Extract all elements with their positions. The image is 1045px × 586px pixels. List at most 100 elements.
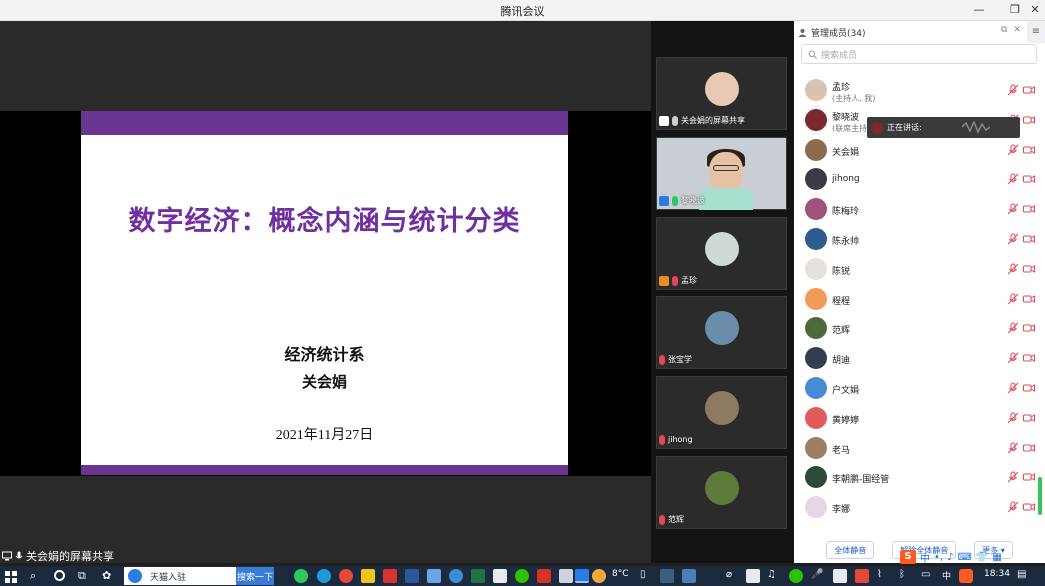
tray-icon[interactable]: ▯ bbox=[640, 569, 654, 583]
app-icon[interactable] bbox=[449, 569, 463, 583]
tencent-meeting-icon[interactable] bbox=[575, 569, 589, 583]
member-list-scrollbar[interactable] bbox=[1038, 477, 1042, 515]
ime-toolbar[interactable]: S 中 •, ♪ ⌨ 👕 ▦ bbox=[900, 549, 1002, 565]
ime-language[interactable]: 中 bbox=[920, 550, 930, 565]
popout-icon[interactable]: ⧉ bbox=[1001, 25, 1007, 35]
member-row[interactable]: 老马 bbox=[794, 435, 1039, 463]
mic-muted-icon[interactable] bbox=[1007, 233, 1019, 245]
tray-icon[interactable] bbox=[833, 569, 847, 583]
close-button[interactable]: ✕ bbox=[1027, 2, 1043, 18]
app-icon[interactable] bbox=[383, 569, 397, 583]
video-tile[interactable]: 张宝学 bbox=[656, 296, 787, 369]
mic-muted-icon[interactable] bbox=[1007, 144, 1019, 156]
skin-icon[interactable]: 👕 bbox=[976, 552, 988, 563]
camera-off-icon[interactable] bbox=[1023, 204, 1035, 214]
volume-icon[interactable]: ♫ bbox=[767, 569, 781, 583]
sogou-tray-icon[interactable] bbox=[959, 569, 973, 583]
camera-off-icon[interactable] bbox=[1023, 502, 1035, 512]
member-row[interactable]: 陈梅玲 bbox=[794, 196, 1039, 224]
mic-muted-icon[interactable] bbox=[1007, 263, 1019, 275]
attachment-icon[interactable]: ⌀ bbox=[726, 569, 740, 583]
windows-start-icon[interactable] bbox=[4, 569, 18, 583]
mic-muted-icon[interactable] bbox=[1007, 173, 1019, 185]
tray-icon[interactable] bbox=[660, 569, 674, 583]
member-row[interactable]: 黄婷婷 bbox=[794, 405, 1039, 433]
mute-all-button[interactable]: 全体静音 bbox=[826, 541, 875, 559]
member-row[interactable]: 胡迪 bbox=[794, 345, 1039, 373]
mic-muted-icon[interactable] bbox=[1007, 501, 1019, 513]
member-row[interactable]: 孟珍 (主持人, 我) bbox=[794, 77, 1039, 105]
screen-share-indicator[interactable]: 关会娟的屏幕共享 bbox=[2, 549, 114, 563]
mic-muted-icon[interactable] bbox=[1007, 352, 1019, 364]
member-row[interactable]: 李娜 bbox=[794, 494, 1039, 522]
mic-muted-icon[interactable] bbox=[1007, 293, 1019, 305]
video-tile[interactable]: 黎晓波 bbox=[656, 137, 787, 210]
edge-icon[interactable] bbox=[317, 569, 331, 583]
punctuation-icon[interactable]: •, bbox=[934, 552, 943, 563]
member-row[interactable]: 关会娟 bbox=[794, 137, 1039, 165]
search-icon[interactable]: ⌕ bbox=[30, 569, 44, 583]
camera-off-icon[interactable] bbox=[1023, 234, 1035, 244]
chrome-icon[interactable] bbox=[339, 569, 353, 583]
camera-off-icon[interactable] bbox=[1023, 145, 1035, 155]
camera-off-icon[interactable] bbox=[1023, 115, 1035, 125]
task-view-icon[interactable]: ⧉ bbox=[78, 569, 92, 583]
minimize-button[interactable]: — bbox=[971, 2, 987, 18]
member-row[interactable]: jihong bbox=[794, 166, 1039, 194]
folder-icon[interactable] bbox=[361, 569, 375, 583]
clock[interactable]: 18:34 bbox=[984, 569, 1010, 579]
pdf-icon[interactable] bbox=[537, 569, 551, 583]
camera-off-icon[interactable] bbox=[1023, 294, 1035, 304]
mic-muted-icon[interactable] bbox=[1007, 442, 1019, 454]
notification-icon[interactable]: ▤ bbox=[1017, 569, 1031, 583]
mic-tray-icon[interactable]: 🎤 bbox=[811, 569, 825, 583]
close-panel-icon[interactable]: ✕ bbox=[1013, 25, 1021, 35]
voice-icon[interactable]: ♪ bbox=[947, 552, 953, 563]
network-icon[interactable]: ⌇ bbox=[877, 569, 891, 583]
cortana-icon[interactable] bbox=[54, 570, 65, 581]
member-row[interactable]: 陈永帅 bbox=[794, 226, 1039, 254]
panel-menu-icon[interactable]: ≡ bbox=[1027, 21, 1045, 43]
bluetooth-icon[interactable]: ᛒ bbox=[899, 569, 913, 583]
member-row[interactable]: 程程 bbox=[794, 286, 1039, 314]
tray-icon[interactable] bbox=[746, 569, 760, 583]
member-row[interactable]: 李朝鹏-国经管 bbox=[794, 464, 1039, 492]
maximize-button[interactable]: ❐ bbox=[1007, 2, 1023, 18]
camera-off-icon[interactable] bbox=[1023, 383, 1035, 393]
camera-off-icon[interactable] bbox=[1023, 443, 1035, 453]
member-row[interactable]: 陈锐 bbox=[794, 256, 1039, 284]
camera-off-icon[interactable] bbox=[1023, 85, 1035, 95]
camera-off-icon[interactable] bbox=[1023, 323, 1035, 333]
video-tile[interactable]: 孟珍 bbox=[656, 217, 787, 290]
camera-off-icon[interactable] bbox=[1023, 264, 1035, 274]
toolbox-icon[interactable]: ▦ bbox=[992, 552, 1001, 563]
wechat-icon[interactable] bbox=[515, 569, 529, 583]
camera-off-icon[interactable] bbox=[1023, 174, 1035, 184]
member-row[interactable]: 范辉 bbox=[794, 315, 1039, 343]
app-icon[interactable] bbox=[427, 569, 441, 583]
video-tile[interactable]: 关会娟的屏幕共享 bbox=[656, 57, 787, 130]
tray-icon[interactable] bbox=[682, 569, 696, 583]
mic-muted-icon[interactable] bbox=[1007, 84, 1019, 96]
input-language[interactable]: 中 bbox=[942, 569, 951, 582]
mic-muted-icon[interactable] bbox=[1007, 412, 1019, 424]
wechat-tray-icon[interactable] bbox=[789, 569, 803, 583]
mic-muted-icon[interactable] bbox=[1007, 322, 1019, 334]
video-tile[interactable]: 范辉 bbox=[656, 456, 787, 529]
app-icon[interactable] bbox=[294, 569, 308, 583]
taskbar-search-button[interactable]: 搜索一下 bbox=[236, 567, 274, 585]
video-tile[interactable]: jihong bbox=[656, 376, 787, 449]
mic-muted-icon[interactable] bbox=[1007, 203, 1019, 215]
app-icon[interactable] bbox=[493, 569, 507, 583]
app-icon[interactable] bbox=[559, 569, 573, 583]
excel-icon[interactable] bbox=[471, 569, 485, 583]
camera-off-icon[interactable] bbox=[1023, 353, 1035, 363]
camera-off-icon[interactable] bbox=[1023, 413, 1035, 423]
word-icon[interactable] bbox=[405, 569, 419, 583]
camera-off-icon[interactable] bbox=[1023, 472, 1035, 482]
keyboard-icon[interactable]: ⌨ bbox=[957, 552, 971, 563]
mic-muted-icon[interactable] bbox=[1007, 382, 1019, 394]
display-icon[interactable]: ▭ bbox=[921, 569, 935, 583]
tray-icon[interactable] bbox=[855, 569, 869, 583]
mic-muted-icon[interactable] bbox=[1007, 471, 1019, 483]
